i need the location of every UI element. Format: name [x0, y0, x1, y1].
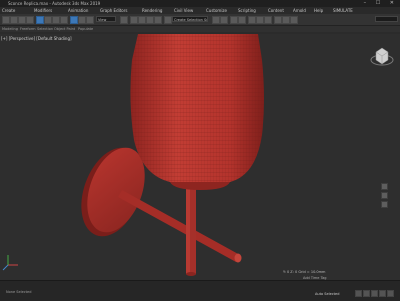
scene-explorer-icon[interactable] [230, 16, 238, 24]
orbit-icon[interactable] [363, 290, 370, 297]
scene-canvas[interactable] [0, 34, 400, 280]
render-production-icon[interactable] [290, 16, 298, 24]
perspective-viewport[interactable] [0, 34, 400, 280]
select-move-icon[interactable] [70, 16, 78, 24]
zoom-all-icon[interactable] [381, 192, 388, 199]
redo-icon[interactable] [10, 16, 18, 24]
window-controls[interactable]: – ☐ ✕ [364, 0, 398, 7]
select-object-icon[interactable] [36, 16, 44, 24]
window-crossing-icon[interactable] [60, 16, 68, 24]
select-scale-icon[interactable] [86, 16, 94, 24]
menu-graph-editors[interactable]: Graph Editors [100, 7, 127, 14]
selection-status: None Selected [6, 290, 32, 294]
menu-scripting[interactable]: Scripting [238, 7, 256, 14]
menu-civil-view[interactable]: Civil View [174, 7, 193, 14]
menu-content[interactable]: Content [268, 7, 284, 14]
percent-snap-icon[interactable] [146, 16, 154, 24]
menu-create[interactable]: Create [2, 7, 15, 14]
mirror-icon[interactable] [212, 16, 220, 24]
walk-through-icon[interactable] [371, 290, 378, 297]
mount-arm[interactable] [118, 190, 242, 263]
tab-modeling[interactable]: Modeling [2, 26, 18, 32]
search-field[interactable] [375, 16, 398, 22]
selection-region-icon[interactable] [52, 16, 60, 24]
angle-snap-icon[interactable] [138, 16, 146, 24]
menu-bar: Create Modifiers Animation Graph Editors… [0, 7, 400, 14]
menu-rendering[interactable]: Rendering [142, 7, 162, 14]
material-editor-icon[interactable] [264, 16, 272, 24]
render-setup-icon[interactable] [274, 16, 282, 24]
status-bar [0, 280, 400, 301]
menu-arnold[interactable]: Arnold [293, 7, 306, 14]
edit-named-selection-icon[interactable] [164, 16, 172, 24]
menu-modifiers[interactable]: Modifiers [34, 7, 52, 14]
zoom-extents-icon[interactable] [387, 290, 394, 297]
tab-populate[interactable]: Populate [78, 26, 93, 32]
pan-icon[interactable] [355, 290, 362, 297]
layer-explorer-icon[interactable] [238, 16, 246, 24]
view-cube-icon[interactable] [370, 47, 394, 66]
tab-object-paint[interactable]: Object Paint [54, 26, 75, 32]
ribbon-tabs: Modeling Freeform Selection Object Paint… [0, 26, 400, 32]
tab-selection[interactable]: Selection [37, 26, 53, 32]
lamp-shade[interactable] [120, 34, 280, 190]
rendered-frame-window-icon[interactable] [282, 16, 290, 24]
window-title: Sconce Replica.max - Autodesk 3ds Max 20… [8, 1, 101, 6]
field-of-view-icon[interactable] [381, 201, 388, 208]
select-by-name-icon[interactable] [44, 16, 52, 24]
snap-toggle-icon[interactable] [130, 16, 138, 24]
pivot-center-icon[interactable] [120, 16, 128, 24]
reference-coordinate-dropdown[interactable]: View [96, 16, 116, 22]
undo-icon[interactable] [2, 16, 10, 24]
select-rotate-icon[interactable] [78, 16, 86, 24]
align-icon[interactable] [220, 16, 228, 24]
key-mode-status[interactable]: Auto Selected [315, 292, 339, 296]
axis-gizmo-icon [2, 255, 18, 271]
tab-freeform[interactable]: Freeform [20, 26, 36, 32]
zoom-icon[interactable] [381, 183, 388, 190]
maximize-viewport-icon[interactable] [379, 290, 386, 297]
unlink-icon[interactable] [26, 16, 34, 24]
spinner-snap-icon[interactable] [154, 16, 162, 24]
link-icon[interactable] [18, 16, 26, 24]
menu-simulate[interactable]: SIMULATE [333, 7, 353, 14]
schematic-view-icon[interactable] [256, 16, 264, 24]
viewport-label[interactable]: [+] [Perspective] [Default Shading] [0, 36, 72, 41]
menu-customize[interactable]: Customize [206, 7, 227, 14]
add-time-tag-button[interactable]: Add Time Tag [303, 276, 327, 280]
named-selection-set-field[interactable]: Create Selection Set [172, 16, 208, 22]
main-toolbar: View Create Selection Set [0, 14, 400, 26]
title-bar: Sconce Replica.max - Autodesk 3ds Max 20… [0, 0, 400, 7]
coordinate-readout: Y: 0 Z: 0 Grid = 10.0mm [283, 270, 326, 274]
menu-help[interactable]: Help [314, 7, 323, 14]
curve-editor-icon[interactable] [248, 16, 256, 24]
menu-animation[interactable]: Animation [68, 7, 88, 14]
lamp-stem[interactable] [186, 178, 196, 276]
